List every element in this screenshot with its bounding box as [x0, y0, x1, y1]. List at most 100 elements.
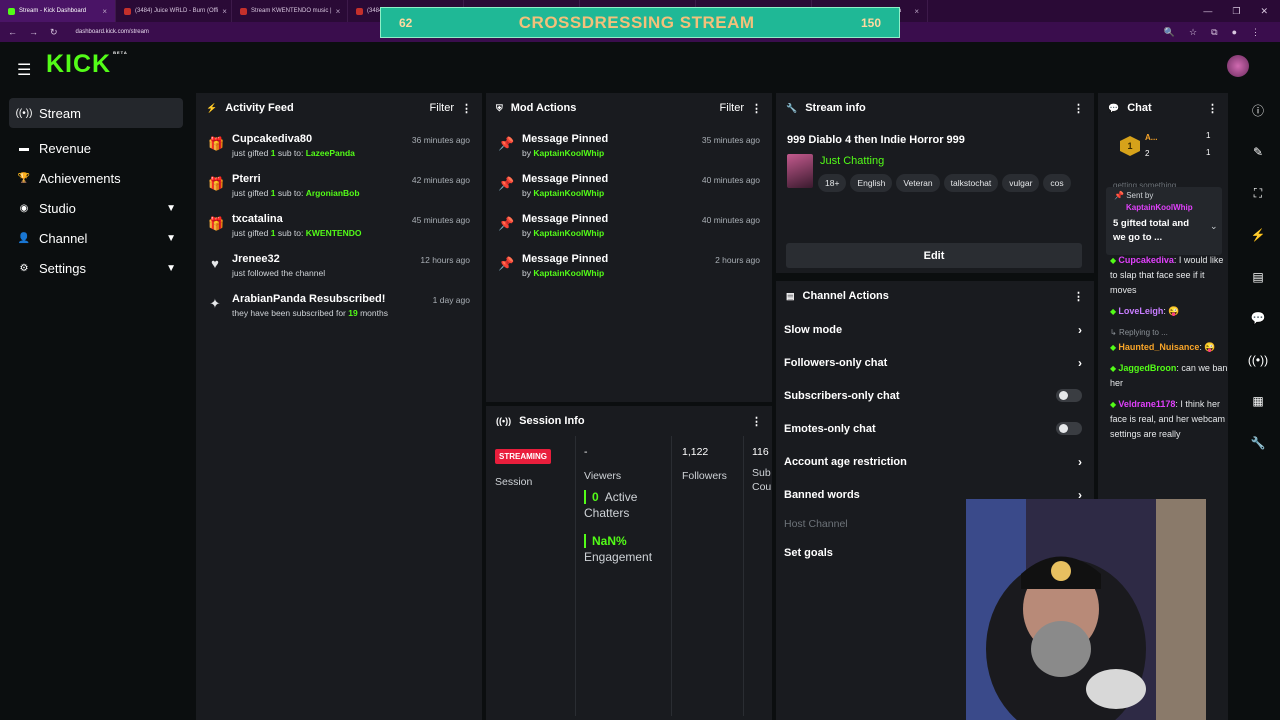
chevron-right-icon[interactable]: › — [1078, 323, 1082, 337]
browser-tab[interactable]: (3484) Juice WRLD - Burn (Offi × — [116, 0, 232, 22]
sidebar-item-achievements[interactable]: 🏆 Achievements — [0, 163, 192, 193]
edit-icon[interactable]: ✎ — [1236, 132, 1280, 174]
activity-filter-button[interactable]: Filter — [430, 102, 454, 114]
url-field[interactable]: dashboard.kick.com/stream — [76, 29, 149, 35]
stream-tag[interactable]: English — [850, 174, 893, 192]
chat-username[interactable]: Cupcakediva — [1118, 255, 1174, 265]
stream-tag[interactable]: 18+ — [818, 174, 847, 192]
stream-tag[interactable]: talkstochat — [943, 174, 999, 192]
activity-feed-item[interactable]: ♥ Jrenee32 just followed the channel 12 hou… — [196, 247, 482, 287]
mod-more-icon[interactable]: ⋮ — [751, 102, 762, 115]
activity-feed-item[interactable]: ✦ ArabianPanda Resubscribed! they have bee… — [196, 287, 482, 327]
kick-logo[interactable]: KICK BETA — [46, 50, 128, 79]
chat-icon[interactable]: 💬 — [1236, 298, 1280, 340]
activity-feed-item[interactable]: 🎁 Pterri just gifted 1 sub to: ArgonianBob… — [196, 167, 482, 207]
chat-username[interactable]: Veldrane1178 — [1118, 399, 1175, 409]
chat-message[interactable]: ◆ Veldrane1178: I think her face is real… — [1110, 397, 1228, 442]
info-icon[interactable]: ⓘ — [1236, 90, 1280, 132]
activity-more-icon[interactable]: ⋮ — [461, 102, 472, 115]
sidebar-item-settings[interactable]: ⚙ Settings ▼ — [0, 253, 192, 283]
bookmark-star-icon[interactable]: ☆ — [1189, 27, 1197, 38]
forward-icon[interactable]: → — [29, 27, 38, 38]
stream-tag[interactable]: cos — [1043, 174, 1071, 192]
chat-message[interactable]: ◆ LoveLeigh: 😜 — [1110, 304, 1228, 319]
maximize-icon[interactable]: ❐ — [1232, 6, 1240, 17]
chat-message[interactable]: ↳ Replying to ... — [1110, 325, 1228, 340]
activity-target[interactable]: ArgonianBob — [306, 188, 360, 198]
session-more-icon[interactable]: ⋮ — [751, 415, 762, 428]
activity-description: just gifted 1 sub to: ArgonianBob — [232, 188, 360, 198]
sidebar-item-studio[interactable]: ◉ Studio ▼ — [0, 193, 192, 223]
channel-action-account-age-restriction[interactable]: Account age restriction › — [776, 445, 1094, 478]
chat-username[interactable]: LoveLeigh — [1118, 306, 1163, 316]
edit-stream-button[interactable]: Edit — [786, 243, 1082, 268]
chat-username[interactable]: JaggedBroon — [1118, 363, 1176, 373]
chevron-down-icon[interactable]: ▼ — [166, 263, 176, 274]
mod-action-item[interactable]: 📌 Message Pinned by KaptainKoolWhip 35 minu… — [486, 127, 772, 167]
browser-tab[interactable]: Stream - Kick Dashboard × — [0, 0, 116, 22]
browser-menu-icon[interactable]: ⋮ — [1251, 27, 1260, 38]
moderator-name[interactable]: KaptainKoolWhip — [533, 148, 604, 158]
channel-more-icon[interactable]: ⋮ — [1073, 290, 1084, 303]
chat-more-icon[interactable]: ⋮ — [1207, 102, 1218, 115]
moderator-name[interactable]: KaptainKoolWhip — [533, 188, 604, 198]
chat-title: Chat — [1127, 102, 1152, 114]
mod-action-item[interactable]: 📌 Message Pinned by KaptainKoolWhip 40 minu… — [486, 167, 772, 207]
pinned-expand-icon[interactable]: ⌄ — [1210, 221, 1218, 232]
mod-filter-button[interactable]: Filter — [720, 102, 744, 114]
close-window-icon[interactable]: ✕ — [1260, 6, 1268, 17]
sidebar-item-stream[interactable]: ((•)) Stream — [9, 98, 183, 128]
minimize-icon[interactable]: — — [1203, 6, 1212, 17]
zoom-icon[interactable]: 🔍 — [1164, 27, 1175, 38]
stream-info-more-icon[interactable]: ⋮ — [1073, 102, 1084, 115]
mod-action-item[interactable]: 📌 Message Pinned by KaptainKoolWhip 2 hours… — [486, 247, 772, 287]
right-tool-rail: ⓘ ✎ ⛶ ⚡ ▤ 💬 ((•)) ▦ 🔧 — [1236, 90, 1280, 720]
activity-feed-item[interactable]: 🎁 txcatalina just gifted 1 sub to: KWENTEN… — [196, 207, 482, 247]
close-tab-icon[interactable]: × — [914, 7, 919, 16]
broadcast-icon[interactable]: ((•)) — [1236, 339, 1280, 381]
notes-icon[interactable]: ▤ — [1236, 256, 1280, 298]
chevron-right-icon[interactable]: › — [1078, 356, 1082, 370]
chevron-down-icon[interactable]: ▼ — [166, 233, 176, 244]
close-tab-icon[interactable]: × — [222, 7, 227, 16]
stream-tag[interactable]: Veteran — [896, 174, 940, 192]
channel-action-slow-mode[interactable]: Slow mode › — [776, 313, 1094, 346]
activity-target[interactable]: KWENTENDO — [306, 228, 362, 238]
toggle-switch[interactable] — [1056, 389, 1082, 402]
gift-icon: 🎁 — [208, 176, 225, 191]
back-icon[interactable]: ← — [8, 27, 17, 38]
channel-action-subscribers-only-chat[interactable]: Subscribers-only chat — [776, 379, 1094, 412]
wrench-icon[interactable]: 🔧 — [1236, 422, 1280, 464]
close-tab-icon[interactable]: × — [102, 7, 107, 16]
category-thumbnail[interactable] — [787, 154, 813, 188]
chat-message[interactable]: ◆ JaggedBroon: can we ban her — [1110, 361, 1228, 391]
mod-action-item[interactable]: 📌 Message Pinned by KaptainKoolWhip 40 minu… — [486, 207, 772, 247]
layout-icon[interactable]: ▦ — [1236, 381, 1280, 423]
extensions-icon[interactable]: ⧉ — [1211, 27, 1217, 38]
activity-feed-item[interactable]: 🎁 Cupcakediva80 just gifted 1 sub to: Laze… — [196, 127, 482, 167]
moderator-name[interactable]: KaptainKoolWhip — [533, 228, 604, 238]
toggle-switch[interactable] — [1056, 422, 1082, 435]
pinned-message[interactable]: 📌 Sent by KaptainKoolWhip 5 gifted total… — [1106, 187, 1222, 255]
hamburger-menu-icon[interactable]: ☰ — [17, 60, 31, 80]
sidebar-item-revenue[interactable]: ▬ Revenue — [0, 133, 192, 163]
browser-tab[interactable]: Stream KWENTENDO music | × — [232, 0, 348, 22]
expand-icon[interactable]: ⛶ — [1236, 173, 1280, 215]
activity-target[interactable]: LazeePanda — [306, 148, 355, 158]
chat-username[interactable]: Haunted_Nuisance — [1118, 342, 1199, 352]
chevron-right-icon[interactable]: › — [1078, 455, 1082, 469]
profile-icon[interactable]: ● — [1232, 27, 1237, 38]
close-tab-icon[interactable]: × — [336, 7, 341, 16]
channel-action-emotes-only-chat[interactable]: Emotes-only chat — [776, 412, 1094, 445]
moderator-name[interactable]: KaptainKoolWhip — [533, 268, 604, 278]
channel-action-followers-only-chat[interactable]: Followers-only chat › — [776, 346, 1094, 379]
reload-icon[interactable]: ↻ — [50, 27, 58, 38]
sidebar-item-channel[interactable]: 👤 Channel ▼ — [0, 223, 192, 253]
stream-tag[interactable]: vulgar — [1002, 174, 1040, 192]
chevron-down-icon[interactable]: ▼ — [166, 203, 176, 214]
chat-message[interactable]: ◆ Haunted_Nuisance: 😜 — [1110, 340, 1228, 355]
chat-message[interactable]: ◆ Cupcakediva: I would like to slap that… — [1110, 253, 1228, 298]
category-link[interactable]: Just Chatting — [820, 155, 884, 167]
user-avatar[interactable] — [1227, 55, 1249, 77]
bolt-icon[interactable]: ⚡ — [1236, 215, 1280, 257]
